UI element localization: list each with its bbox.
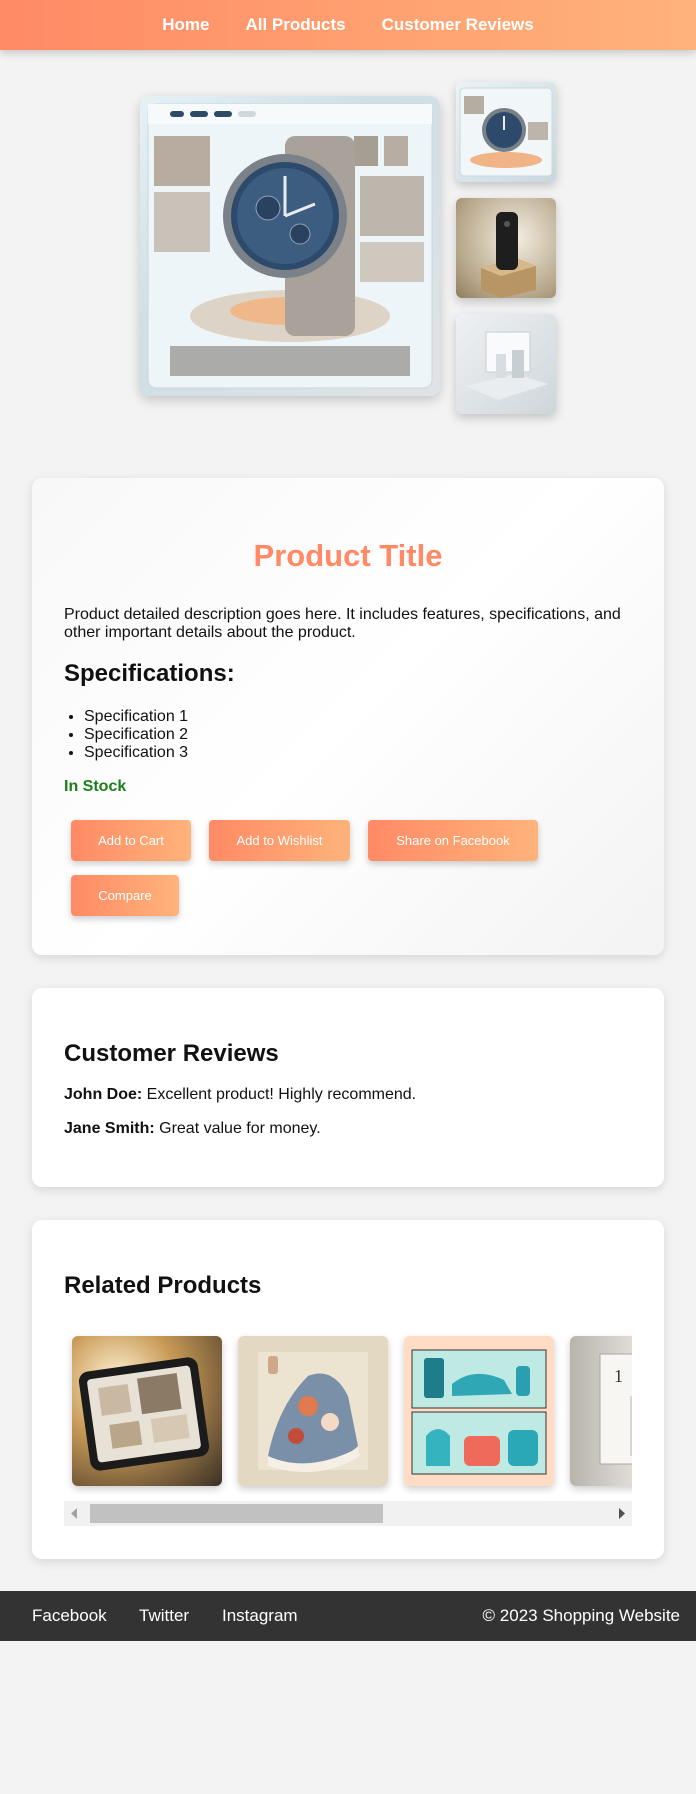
thumbnail-phone[interactable] xyxy=(456,198,556,298)
related-product-partial[interactable]: 1 xyxy=(570,1336,632,1486)
nav-customer-reviews-link[interactable]: Customer Reviews xyxy=(364,15,552,35)
review-text: Excellent product! Highly recommend. xyxy=(142,1086,417,1103)
related-products-carousel: 1 xyxy=(64,1328,632,1500)
horizontal-scrollbar[interactable] xyxy=(64,1501,632,1526)
thumbnail-stand[interactable] xyxy=(456,314,556,414)
reviews-heading: Customer Reviews xyxy=(64,1040,279,1067)
compare-button[interactable]: Compare xyxy=(71,875,179,916)
footer-copyright: © 2023 Shopping Website xyxy=(482,1606,680,1625)
specification-item: Specification 3 xyxy=(84,744,188,762)
related-product-sneaker[interactable] xyxy=(238,1336,388,1486)
related-products-heading: Related Products xyxy=(64,1272,262,1299)
add-to-cart-button[interactable]: Add to Cart xyxy=(71,820,191,861)
specification-item: Specification 2 xyxy=(84,726,188,744)
product-title: Product Title xyxy=(253,538,443,573)
thumbnail-watch[interactable] xyxy=(456,82,556,182)
specifications-list: Specification 1 Specification 2 Specific… xyxy=(84,708,188,762)
footer-twitter-link[interactable]: Twitter xyxy=(139,1606,189,1626)
related-product-tablet[interactable] xyxy=(72,1336,222,1486)
review-item: Jane Smith: Great value for money. xyxy=(64,1120,321,1138)
main-product-image xyxy=(140,96,440,396)
specifications-heading: Specifications: xyxy=(64,660,235,687)
specification-item: Specification 1 xyxy=(84,708,188,726)
review-item: John Doe: Excellent product! Highly reco… xyxy=(64,1086,416,1104)
scroll-right-arrow-icon[interactable] xyxy=(612,1501,632,1526)
footer-instagram-link[interactable]: Instagram xyxy=(222,1606,298,1626)
stock-status: In Stock xyxy=(64,778,127,795)
reviewer-name: John Doe: xyxy=(64,1086,143,1103)
related-products-card: Related Products 1 xyxy=(32,1220,664,1559)
nav-home-link[interactable]: Home xyxy=(144,15,227,35)
footer-facebook-link[interactable]: Facebook xyxy=(32,1606,107,1626)
customer-reviews-card: Customer Reviews John Doe: Excellent pro… xyxy=(32,988,664,1187)
review-text: Great value for money. xyxy=(154,1120,321,1137)
scrollbar-thumb[interactable] xyxy=(90,1504,383,1523)
related-product-fitness-set[interactable] xyxy=(404,1336,554,1486)
add-to-wishlist-button[interactable]: Add to Wishlist xyxy=(209,820,350,861)
nav-all-products-link[interactable]: All Products xyxy=(227,15,363,35)
footer: Facebook Twitter Instagram © 2023 Shoppi… xyxy=(0,1591,696,1641)
scroll-left-arrow-icon[interactable] xyxy=(64,1501,84,1526)
product-description: Product detailed description goes here. … xyxy=(64,606,621,641)
share-facebook-button[interactable]: Share on Facebook xyxy=(368,820,538,861)
top-navigation: Home All Products Customer Reviews xyxy=(0,0,696,50)
partial-item-number: 1 xyxy=(614,1366,623,1386)
product-details-card: Product Title Product detailed descripti… xyxy=(32,478,664,955)
reviewer-name: Jane Smith: xyxy=(64,1120,155,1137)
